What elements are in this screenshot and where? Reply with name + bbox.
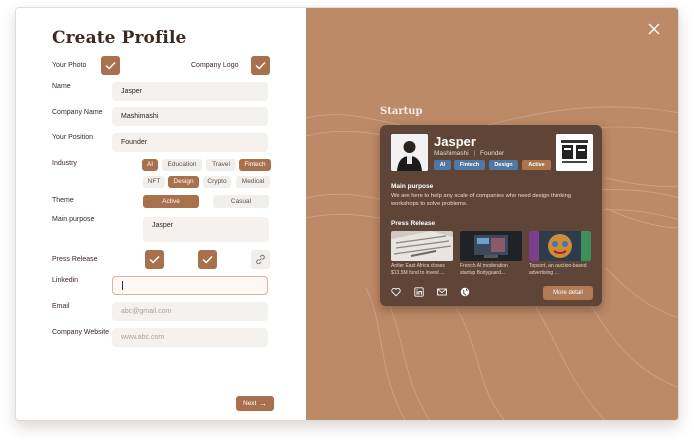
profile-card: Jasper Mashimashi | Founder AI Fintech D… xyxy=(380,125,602,306)
industry-tag-nft[interactable]: NFT xyxy=(143,176,165,188)
check-icon xyxy=(202,256,213,264)
press-release-title: Press Release xyxy=(391,220,436,227)
company-name-input[interactable]: Mashimashi xyxy=(112,107,268,126)
industry-label: Industry xyxy=(52,160,77,167)
industry-tag-fintech[interactable]: Fintech xyxy=(239,159,271,171)
press-release-link-button[interactable] xyxy=(251,250,270,269)
close-icon[interactable] xyxy=(648,23,660,35)
name-input[interactable]: Jasper xyxy=(112,82,268,101)
avatar xyxy=(391,134,428,171)
card-tag-design: Design xyxy=(489,160,518,170)
name-label: Name xyxy=(52,83,71,90)
card-tag-active: Active xyxy=(522,160,551,170)
email-input[interactable]: abc@gmail.com xyxy=(112,302,268,321)
next-button[interactable]: Next → xyxy=(236,396,274,411)
preview-panel: Startup Jasper Mashimashi | Founder AI F… xyxy=(306,8,678,420)
company-name-label: Company Name xyxy=(52,109,103,116)
email-label: Email xyxy=(52,303,70,310)
text-cursor xyxy=(122,281,123,290)
position-input[interactable]: Founder xyxy=(112,133,268,152)
check-icon xyxy=(255,62,266,70)
card-name: Jasper xyxy=(434,134,476,149)
arrow-right-icon: → xyxy=(259,399,267,408)
more-detail-button[interactable]: More detail xyxy=(543,286,593,300)
industry-tag-education[interactable]: Education xyxy=(162,159,202,171)
company-logo-image xyxy=(556,134,593,171)
card-tag-ai: AI xyxy=(434,160,451,170)
main-purpose-title: Main purpose xyxy=(391,183,434,190)
page-title: Create Profile xyxy=(52,28,187,48)
press-thumbnail-1[interactable] xyxy=(391,231,453,261)
press-caption-3: Topsort, an auction-based advertising ..… xyxy=(529,263,587,276)
card-subtitle: Mashimashi | Founder xyxy=(434,150,504,157)
main-purpose-label: Main purpose xyxy=(52,216,95,223)
industry-tag-design[interactable]: Design xyxy=(168,176,199,188)
profile-form: Create Profile Your Photo Company Logo N… xyxy=(16,8,306,420)
your-photo-checkbox[interactable] xyxy=(101,56,120,75)
industry-tag-travel[interactable]: Travel xyxy=(206,159,236,171)
linkedin-input[interactable] xyxy=(112,276,268,295)
press-release-checkbox-2[interactable] xyxy=(198,250,217,269)
card-tag-fintech: Fintech xyxy=(454,160,485,170)
industry-tag-ai[interactable]: AI xyxy=(142,159,158,171)
theme-label: Theme xyxy=(52,197,74,204)
press-caption-2: French AI moderation startup Bodyguard..… xyxy=(460,263,508,276)
main-purpose-text: We are here to help any scale of compani… xyxy=(391,193,572,207)
company-logo-label: Company Logo xyxy=(191,62,239,69)
mail-icon[interactable] xyxy=(437,287,447,297)
card-separator: | xyxy=(473,150,476,157)
press-caption-1: Antler East Africa closes $13.5M fund to… xyxy=(391,263,445,276)
check-icon xyxy=(105,62,116,70)
linkedin-icon[interactable] xyxy=(414,287,424,297)
your-photo-label: Your Photo xyxy=(52,62,87,69)
heart-icon[interactable] xyxy=(391,287,401,297)
press-thumbnail-2[interactable] xyxy=(460,231,522,261)
card-company: Mashimashi xyxy=(434,150,469,157)
link-icon xyxy=(256,254,265,265)
position-label: Your Position xyxy=(52,134,93,141)
website-input[interactable]: www.abc.com xyxy=(112,328,268,347)
card-role: Founder xyxy=(480,150,505,157)
preview-heading: Startup xyxy=(380,106,423,117)
website-label: Company Website xyxy=(52,329,110,336)
press-release-label: Press Release xyxy=(52,256,98,263)
company-logo-checkbox[interactable] xyxy=(251,56,270,75)
create-profile-window: Create Profile Your Photo Company Logo N… xyxy=(15,7,679,421)
theme-active-button[interactable]: Active xyxy=(143,195,199,208)
press-thumbnail-3[interactable] xyxy=(529,231,591,261)
theme-casual-button[interactable]: Casual xyxy=(213,195,269,208)
industry-tag-medical[interactable]: Medical xyxy=(236,176,270,188)
linkedin-label: Linkedin xyxy=(52,277,79,284)
industry-tag-crypto[interactable]: Crypto xyxy=(203,176,231,188)
check-icon xyxy=(149,256,160,264)
globe-icon[interactable] xyxy=(460,287,470,297)
next-label: Next xyxy=(243,400,257,407)
press-release-checkbox-1[interactable] xyxy=(145,250,164,269)
main-purpose-textarea[interactable]: Jasper xyxy=(143,217,269,242)
